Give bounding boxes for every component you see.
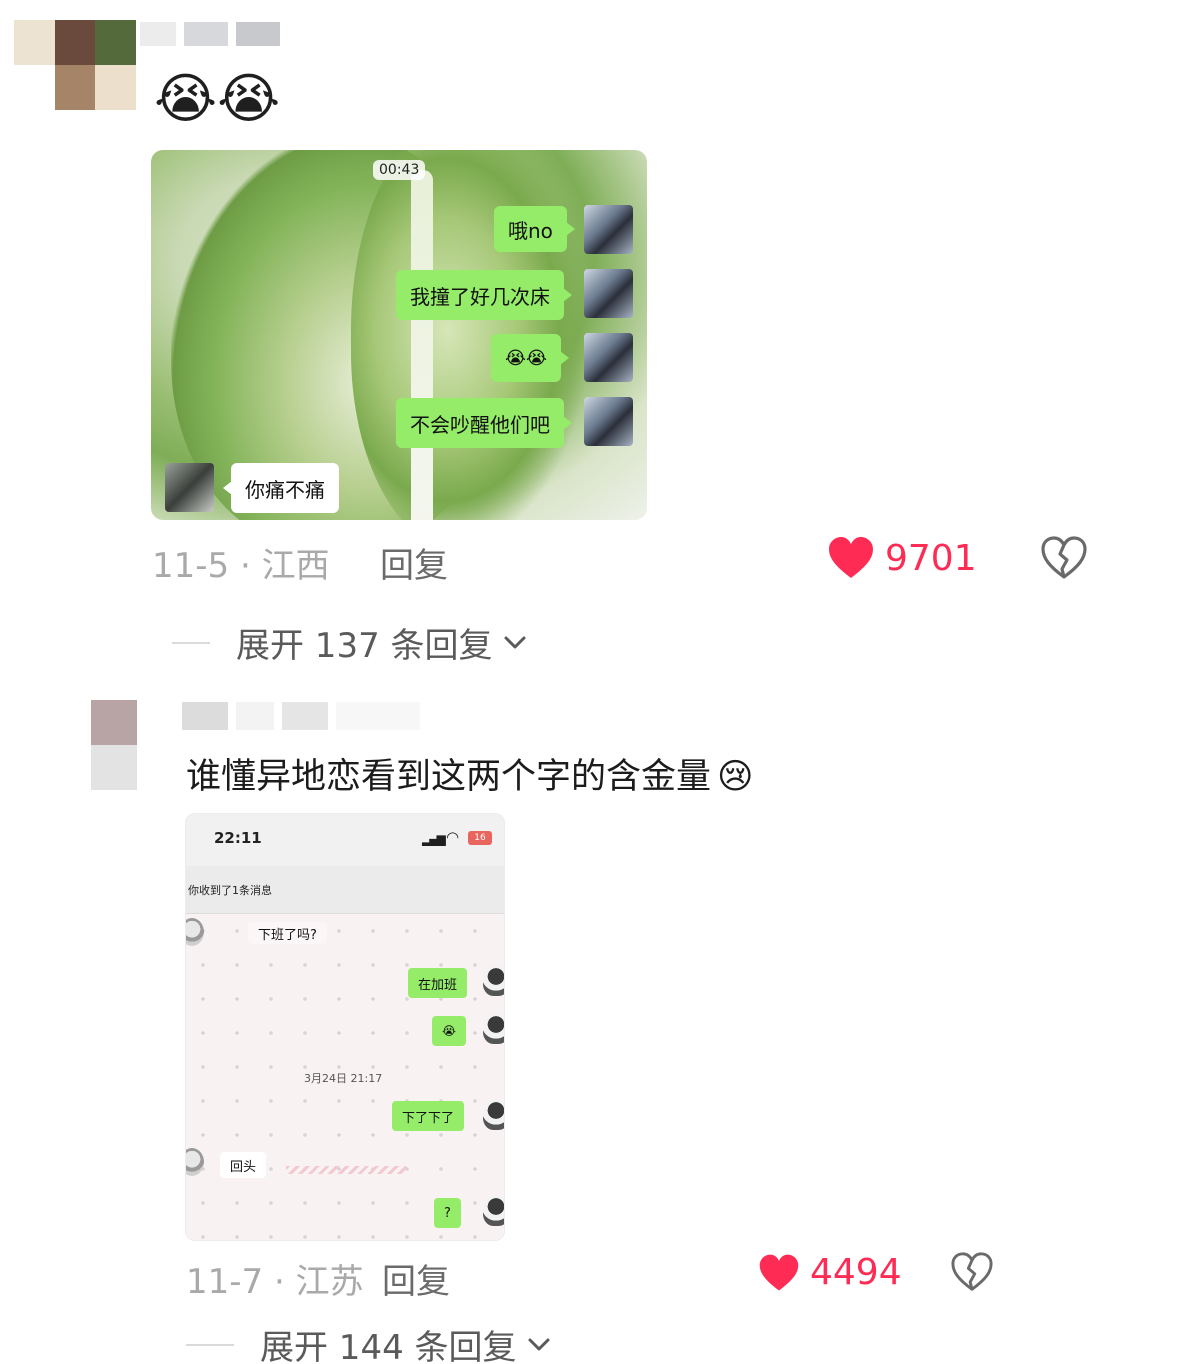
avatar[interactable] — [91, 700, 137, 790]
avatar[interactable] — [14, 20, 136, 110]
chat-bubble: 不会吵醒他们吧 — [396, 398, 572, 448]
chat-avatar — [483, 1196, 504, 1226]
broken-heart-icon[interactable] — [1040, 536, 1088, 580]
heart-icon — [759, 1254, 799, 1290]
chat-bubble: ? — [434, 1198, 461, 1228]
expand-replies-label: 展开 137 条回复 — [236, 626, 493, 666]
like-count: 4494 — [810, 1252, 902, 1293]
expand-replies-button[interactable]: 展开 144 条回复 — [186, 1320, 551, 1364]
screenshot-attachment[interactable]: 22:11 ▂▄▆ ◠ 16 你收到了1条消息 下班了吗? 在加班 😭 3月24… — [185, 813, 505, 1241]
wifi-icon: ◠ — [446, 828, 460, 846]
signal-icon: ▂▄▆ — [422, 832, 446, 846]
chat-bubble: 下了下了 — [392, 1101, 465, 1131]
comment-emoji: 😭😭 — [154, 67, 281, 130]
notification-banner: 你收到了1条消息 — [186, 866, 504, 914]
chat-bubble: 😭😭 — [491, 334, 570, 382]
comment-date-location: 11-5 · 江西 — [152, 546, 330, 586]
reply-button[interactable]: 回复 — [382, 1254, 450, 1303]
chat-avatar — [165, 463, 214, 512]
chat-bubble: 😭 — [432, 1016, 467, 1046]
heart-icon — [829, 537, 873, 578]
chat-avatar — [584, 205, 633, 254]
status-bar: 22:11 ▂▄▆ ◠ 16 — [186, 814, 504, 866]
video-duration: 00:43 — [373, 160, 426, 180]
chat-bubble: 哦no — [494, 206, 575, 252]
username[interactable] — [182, 702, 420, 730]
chat-bubble: 我撞了好几次床 — [396, 270, 572, 320]
like-button[interactable]: 4494 — [758, 1252, 902, 1293]
chat-avatar — [584, 269, 633, 318]
chat-avatar — [584, 397, 633, 446]
chat-avatar — [584, 333, 633, 382]
comment-date-location: 11-7 · 江苏 — [186, 1262, 364, 1302]
broken-heart-icon[interactable] — [950, 1252, 994, 1292]
chevron-down-icon — [504, 636, 526, 648]
reply-button[interactable]: 回复 — [380, 538, 448, 587]
chat-avatar — [483, 1100, 504, 1130]
video-attachment[interactable]: 00:43 哦no 我撞了好几次床 😭😭 不会吵醒他们吧 你痛不痛 — [151, 150, 647, 520]
like-button[interactable]: 9701 — [827, 536, 977, 580]
chevron-down-icon — [528, 1338, 550, 1350]
comment-text: 谁懂异地恋看到这两个字的含金量 😢 — [186, 757, 754, 797]
expand-replies-label: 展开 144 条回复 — [260, 1328, 517, 1364]
chat-bubble: 在加班 — [408, 968, 468, 998]
like-count: 9701 — [885, 537, 977, 579]
battery-icon: 16 — [468, 831, 492, 845]
username[interactable] — [140, 22, 280, 46]
chat-avatar — [483, 966, 504, 996]
chat-bubble: 回头 — [220, 1152, 267, 1178]
expand-replies-button[interactable]: 展开 137 条回复 — [172, 618, 527, 667]
chat-bubble: 你痛不痛 — [223, 463, 339, 513]
date-divider: 3月24日 21:17 — [304, 1072, 383, 1085]
status-time: 22:11 — [214, 829, 262, 847]
crying-emoji: 😢 — [717, 757, 754, 797]
chat-bubble: 下班了吗? — [248, 922, 327, 944]
chat-avatar — [483, 1014, 504, 1044]
